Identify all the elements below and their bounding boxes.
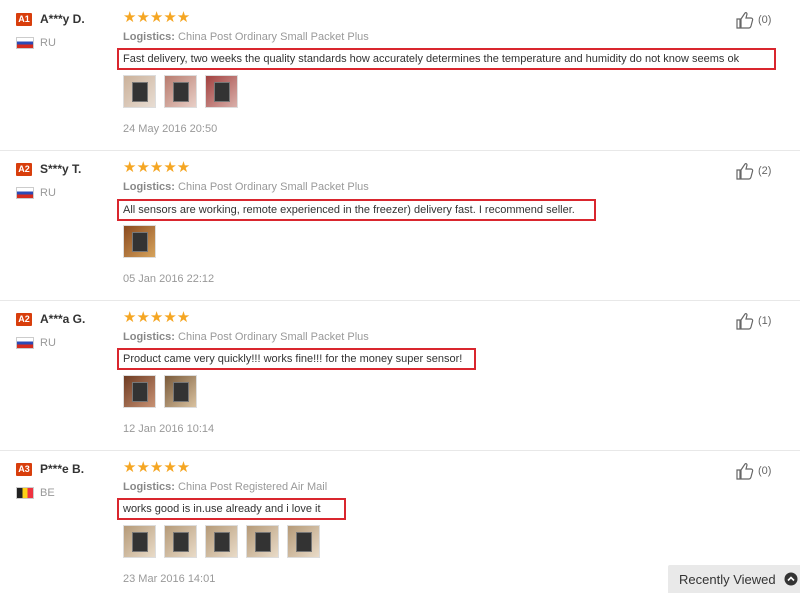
- helpful-button[interactable]: (1): [735, 311, 771, 331]
- helpful-count: (2): [758, 165, 772, 177]
- logistics-info: Logistics: China Post Ordinary Small Pac…: [123, 181, 369, 193]
- buyer-level-badge: A2: [16, 313, 32, 326]
- thumbs-up-icon: [736, 11, 754, 29]
- review-photos: [123, 525, 320, 559]
- review-date: 23 Mar 2016 14:01: [123, 573, 216, 585]
- buyer-level-badge: A3: [16, 463, 32, 476]
- recently-viewed-button[interactable]: Recently Viewed: [668, 565, 800, 593]
- logistics-method: China Post Ordinary Small Packet Plus: [178, 31, 369, 43]
- review-photo-thumbnail[interactable]: [123, 225, 156, 258]
- review-photo-thumbnail[interactable]: [164, 75, 197, 108]
- logistics-label: Logistics:: [123, 181, 175, 193]
- review-item: A2 S***y T. RU ★★★★★ Logistics: China Po…: [0, 150, 800, 300]
- buyer-name: P***e B.: [40, 462, 85, 476]
- review-photo-thumbnail[interactable]: [164, 525, 197, 558]
- buyer-name: S***y T.: [40, 162, 82, 176]
- logistics-info: Logistics: China Post Ordinary Small Pac…: [123, 31, 369, 43]
- logistics-info: Logistics: China Post Registered Air Mai…: [123, 481, 327, 493]
- logistics-method: China Post Registered Air Mail: [178, 481, 328, 493]
- star-rating: ★★★★★: [123, 309, 191, 326]
- buyer-level-badge: A1: [16, 13, 32, 26]
- review-photo-thumbnail[interactable]: [123, 375, 156, 408]
- review-date: 24 May 2016 20:50: [123, 123, 218, 135]
- thumbs-up-icon: [736, 462, 754, 480]
- logistics-method: China Post Ordinary Small Packet Plus: [178, 181, 369, 193]
- buyer-level-badge: A2: [16, 163, 32, 176]
- helpful-count: (0): [758, 465, 772, 477]
- helpful-button[interactable]: (2): [735, 161, 771, 181]
- helpful-count: (0): [758, 14, 772, 26]
- logistics-label: Logistics:: [123, 331, 175, 343]
- review-item: A1 A***y D. RU ★★★★★ Logistics: China Po…: [0, 0, 800, 150]
- chevron-up-icon: [784, 572, 798, 586]
- helpful-count: (1): [758, 315, 772, 327]
- buyer-country: RU: [40, 187, 56, 199]
- country-flag-icon: [16, 337, 34, 349]
- review-photo-thumbnail[interactable]: [123, 75, 156, 108]
- review-item: A2 A***a G. RU ★★★★★ Logistics: China Po…: [0, 300, 800, 450]
- star-rating: ★★★★★: [123, 159, 191, 176]
- review-photo-thumbnail[interactable]: [205, 75, 238, 108]
- feedback-text: Product came very quickly!!! works fine!…: [117, 348, 476, 370]
- helpful-button[interactable]: (0): [735, 10, 771, 30]
- buyer-country: RU: [40, 337, 56, 349]
- feedback-text: Fast delivery, two weeks the quality sta…: [117, 48, 776, 70]
- feedback-text: All sensors are working, remote experien…: [117, 199, 596, 221]
- buyer-name: A***y D.: [40, 12, 85, 26]
- feedback-text: works good is in.use already and i love …: [117, 498, 346, 520]
- buyer-country: RU: [40, 37, 56, 49]
- buyer-country: BE: [40, 487, 55, 499]
- thumbs-up-icon: [736, 312, 754, 330]
- review-photo-thumbnail[interactable]: [205, 525, 238, 558]
- review-photo-thumbnail[interactable]: [123, 525, 156, 558]
- helpful-button[interactable]: (0): [735, 461, 771, 481]
- logistics-info: Logistics: China Post Ordinary Small Pac…: [123, 331, 369, 343]
- review-divider: [0, 150, 800, 151]
- review-photos: [123, 375, 197, 409]
- buyer-name: A***a G.: [40, 312, 86, 326]
- review-date: 05 Jan 2016 22:12: [123, 273, 215, 285]
- review-photo-thumbnail[interactable]: [287, 525, 320, 558]
- thumbs-up-icon: [736, 162, 754, 180]
- logistics-method: China Post Ordinary Small Packet Plus: [178, 331, 369, 343]
- review-photo-thumbnail[interactable]: [246, 525, 279, 558]
- review-divider: [0, 450, 800, 451]
- review-photos: [123, 225, 156, 259]
- review-divider: [0, 300, 800, 301]
- recently-viewed-label: Recently Viewed: [679, 571, 776, 587]
- logistics-label: Logistics:: [123, 481, 175, 493]
- logistics-label: Logistics:: [123, 31, 175, 43]
- country-flag-icon: [16, 187, 34, 199]
- review-photo-thumbnail[interactable]: [164, 375, 197, 408]
- country-flag-icon: [16, 37, 34, 49]
- review-photos: [123, 75, 238, 109]
- star-rating: ★★★★★: [123, 9, 191, 26]
- review-date: 12 Jan 2016 10:14: [123, 423, 215, 435]
- star-rating: ★★★★★: [123, 459, 191, 476]
- country-flag-icon: [16, 487, 34, 499]
